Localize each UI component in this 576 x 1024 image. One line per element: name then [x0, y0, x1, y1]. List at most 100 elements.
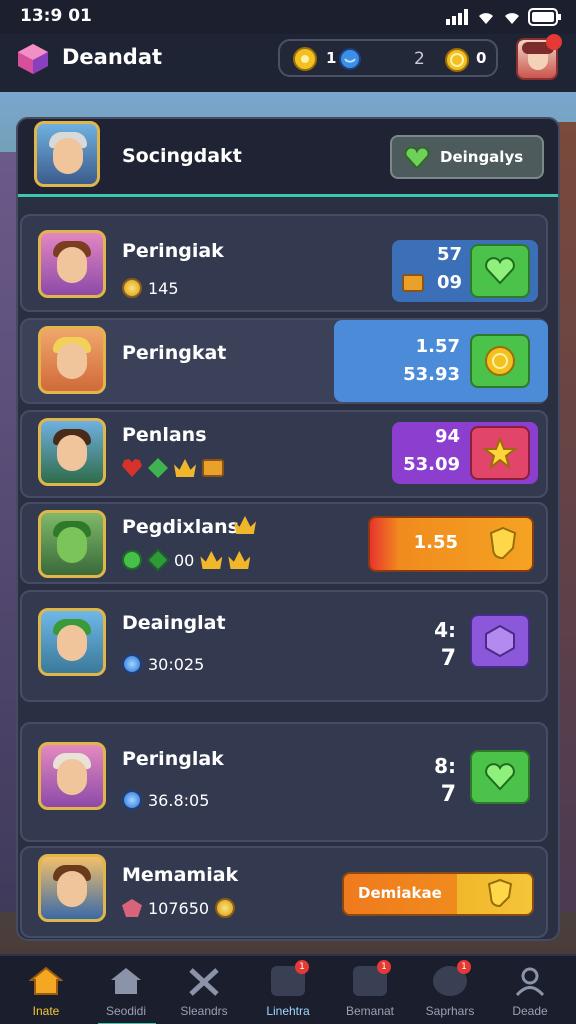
nav-item-home[interactable]: Inate [10, 956, 82, 1024]
player-stat-value: 145 [148, 278, 179, 298]
nav-label: Saprhars [425, 1004, 475, 1018]
player-name: Peringiak [122, 240, 224, 262]
notification-dot [546, 34, 562, 50]
notification-badge: 1 [377, 960, 391, 974]
header-avatar [34, 121, 100, 187]
panel-action-button[interactable]: Deingalys [390, 135, 544, 179]
avatar-face [57, 435, 87, 471]
chat-icon: 1 [353, 960, 391, 996]
star-button[interactable] [470, 426, 530, 480]
wifi-icon-2 [505, 13, 519, 24]
hexagon-gem-icon [485, 624, 515, 658]
heart-icon [485, 763, 515, 791]
player-avatar [38, 326, 106, 394]
chest-icon [202, 459, 224, 477]
avatar-face [53, 138, 83, 174]
nav-item-6[interactable]: 1 Saprhars [414, 956, 486, 1024]
blue-gem-icon [122, 790, 142, 810]
player-name: Peringkat [122, 342, 227, 364]
heart-icon [485, 257, 515, 285]
player-row-2[interactable]: Peringkat 1.57 53.93 [20, 318, 548, 404]
nav-item-5[interactable]: 1 Bemanat [334, 956, 406, 1024]
notification-badge: 1 [457, 960, 471, 974]
crown-icon-2 [228, 551, 251, 569]
nav-label: Bemanat [345, 1004, 395, 1018]
player-stat: 145 [122, 278, 179, 298]
player-name: Memamiak [122, 864, 239, 886]
gold-gear-icon [293, 47, 317, 71]
pink-gem-icon [122, 899, 142, 917]
player-name: Penlans [122, 424, 207, 446]
player-row-5[interactable]: Deainglat 30:025 4: 7 [20, 590, 548, 702]
value-top: 1.57 [415, 336, 460, 357]
nav-label: Seodidi [105, 1004, 147, 1018]
action-button-label: Demiakae [358, 884, 442, 902]
value-top: 94 [434, 426, 460, 447]
player-name: Pegdixlans [122, 516, 239, 538]
player-row-7[interactable]: Memamiak 107650 Demiakae [20, 846, 548, 938]
player-row-1[interactable]: Peringiak 145 57 09 [20, 214, 548, 312]
player-avatar [38, 854, 106, 922]
panel-title: Socingdakt [122, 145, 242, 167]
signal-icon [446, 9, 468, 25]
value-top: 4: [434, 618, 456, 642]
green-gem-icon [146, 548, 170, 572]
player-stat-value: 00 [174, 550, 195, 570]
player-items [122, 458, 224, 478]
heart-button[interactable] [470, 244, 530, 298]
avatar-face [57, 247, 87, 283]
value-top: 1.55 [413, 532, 458, 553]
gem-button[interactable] [470, 614, 530, 668]
heart-button[interactable] [470, 750, 530, 804]
bottom-navigation: Inate Seodidi Sleandrs 1 Linehtra 1 Bema… [0, 954, 576, 1024]
leaf-icon [148, 458, 168, 478]
currency-gold-value: 1 [326, 49, 337, 67]
green-heart-icon [122, 550, 142, 570]
chest-icon [402, 274, 424, 292]
nav-label: Linehtra [266, 1004, 310, 1018]
value-bottom: 53.09 [403, 454, 460, 475]
person-icon [513, 966, 547, 997]
nav-item-3[interactable]: Sleandrs [168, 956, 240, 1024]
notification-badge: 1 [295, 960, 309, 974]
avatar-face [57, 343, 87, 379]
player-stat-value: 107650 [148, 898, 210, 918]
player-stat-value: 30:025 [148, 654, 205, 674]
home-icon [28, 966, 64, 996]
currency-gems-value: 2 [414, 49, 425, 69]
value-bottom: 7 [440, 646, 456, 671]
app-title: Deandat [62, 45, 163, 69]
player-avatar [38, 608, 106, 676]
nav-item-profile[interactable]: Deade [494, 956, 566, 1024]
avatar-face [57, 625, 87, 661]
player-row-4[interactable]: Pegdixlans 00 1.55 [20, 502, 548, 584]
coin-icon [485, 346, 515, 376]
profile-avatar[interactable] [516, 34, 562, 80]
player-avatar [38, 742, 106, 810]
player-stat: 107650 [122, 898, 236, 918]
crown-icon [200, 551, 223, 569]
blue-gem-icon [122, 654, 142, 674]
gold-coin-icon [445, 48, 469, 72]
player-row-6[interactable]: Peringlak 36.8:05 8: 7 [20, 722, 548, 842]
currency-bar[interactable]: 1 2 0 [278, 39, 498, 77]
player-avatar [38, 230, 106, 298]
wifi-icon [479, 13, 493, 24]
heart-icon [122, 459, 142, 477]
status-time: 13:9 01 [20, 6, 92, 26]
nav-item-2[interactable]: Seodidi [90, 956, 162, 1024]
heart-icon [404, 147, 430, 169]
shield-icon [489, 526, 517, 560]
status-bar: 13:9 01 [0, 0, 576, 34]
avatar-face [57, 871, 87, 907]
value-bottom: 53.93 [403, 364, 460, 385]
coin-button[interactable] [470, 334, 530, 388]
nav-label: Inate [32, 1004, 60, 1018]
star-icon [483, 437, 517, 469]
player-row-3[interactable]: Penlans 94 53.09 [20, 410, 548, 498]
battery-icon [528, 8, 561, 26]
coin-icon [122, 278, 142, 298]
status-icons [446, 8, 562, 26]
app-logo-icon [18, 44, 48, 74]
nav-item-4[interactable]: 1 Linehtra [252, 956, 324, 1024]
